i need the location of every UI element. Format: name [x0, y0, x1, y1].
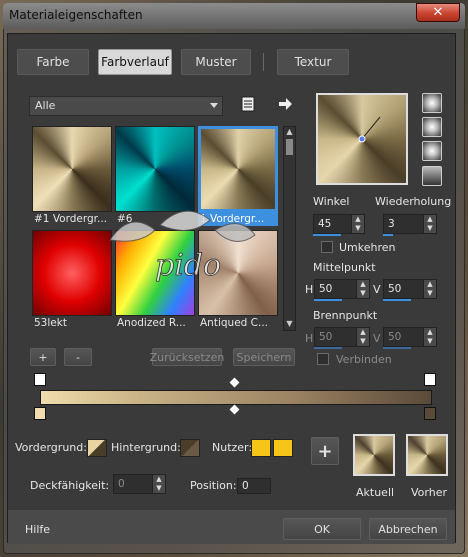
- chevron-down-icon: [210, 103, 218, 108]
- scroll-up-icon[interactable]: ▲: [285, 127, 294, 137]
- mittel-h-slider[interactable]: [314, 299, 342, 301]
- mittel-v-spinner[interactable]: 50 ▲ ▼: [383, 279, 437, 299]
- vorher-label: Vorher: [411, 486, 447, 499]
- gallery-scrollbar[interactable]: ▲ ▼: [283, 126, 296, 331]
- style-linear-icon[interactable]: [422, 93, 442, 113]
- gallery-menu-icon[interactable]: [240, 96, 256, 112]
- umkehren-label: Umkehren: [339, 241, 396, 254]
- category-dropdown[interactable]: Alle: [29, 96, 223, 116]
- reset-button[interactable]: Zurücksetzen: [150, 348, 224, 366]
- nutzer-swatch-2[interactable]: [273, 439, 293, 457]
- spinner-arrows-icon[interactable]: ▲ ▼: [356, 328, 369, 346]
- save-gradient-button[interactable]: Speichern: [233, 348, 295, 366]
- winkel-label: Winkel: [313, 195, 350, 208]
- arrow-right-icon[interactable]: [277, 96, 293, 112]
- opacity-stop-icon[interactable]: [424, 373, 436, 386]
- brenn-v-slider[interactable]: [383, 347, 411, 349]
- deckfahigkeit-label: Deckfähigkeit:: [30, 479, 110, 492]
- scroll-thumb[interactable]: [286, 139, 293, 155]
- remove-stop-button[interactable]: -: [64, 348, 92, 366]
- category-value: Alle: [35, 99, 56, 112]
- brenn-h-slider[interactable]: [314, 347, 342, 349]
- tab-textur[interactable]: Textur: [277, 49, 349, 75]
- position-label: Position:: [190, 479, 237, 492]
- tab-farbe[interactable]: Farbe: [17, 49, 89, 75]
- deckfahigkeit-spinner[interactable]: 0 ▲ ▼: [113, 474, 166, 494]
- winkel-slider[interactable]: [313, 234, 341, 236]
- mittel-v-label: V: [373, 283, 381, 296]
- brennpunkt-label: Brennpunkt: [313, 309, 378, 322]
- spinner-arrows-icon[interactable]: ▲ ▼: [423, 215, 436, 233]
- deckfahigkeit-value: 0: [118, 478, 125, 490]
- spinner-arrows-icon[interactable]: ▲ ▼: [423, 328, 436, 346]
- color-stop-icon[interactable]: [424, 407, 436, 420]
- brenn-v-label: V: [373, 332, 381, 345]
- brenn-v-value: 50: [388, 331, 402, 343]
- wiederholung-label: Wiederholung: [375, 195, 452, 208]
- window-title: Materialeigenschaften: [9, 8, 143, 22]
- color-stop-icon[interactable]: [34, 407, 46, 420]
- svg-text:pido: pido: [155, 248, 221, 283]
- cancel-button[interactable]: Abbrechen: [369, 518, 447, 540]
- style-radial-icon[interactable]: [422, 141, 442, 161]
- mittelpunkt-label: Mittelpunkt: [313, 261, 376, 274]
- winkel-value: 45: [318, 218, 332, 230]
- nutzer-swatch[interactable]: [251, 439, 271, 457]
- spinner-arrows-icon[interactable]: ▲ ▼: [423, 280, 436, 298]
- vorher-preview[interactable]: [406, 434, 448, 476]
- wiederholung-spinner[interactable]: 3 ▲ ▼: [383, 214, 437, 234]
- wiederholung-slider[interactable]: [383, 234, 393, 236]
- title-bar[interactable]: Materialeigenschaften ✕: [3, 3, 465, 29]
- close-button[interactable]: ✕: [416, 3, 460, 22]
- mittel-h-value: 50: [319, 283, 333, 295]
- spinner-arrows-icon[interactable]: ▲ ▼: [152, 475, 165, 493]
- hintergrund-label: Hintergrund:: [111, 441, 181, 454]
- opacity-stop-icon[interactable]: [34, 373, 46, 386]
- add-to-swatches-button[interactable]: +: [311, 437, 339, 465]
- style-sunburst-icon[interactable]: [422, 166, 442, 186]
- position-input[interactable]: 0: [237, 478, 271, 494]
- spinner-arrows-icon[interactable]: ▲ ▼: [356, 280, 369, 298]
- angle-handle-icon[interactable]: [318, 95, 406, 183]
- winkel-spinner[interactable]: 45 ▲ ▼: [313, 214, 365, 234]
- wiederholung-value: 3: [388, 218, 395, 230]
- nutzer-label: Nutzer:: [212, 441, 253, 454]
- scroll-down-icon[interactable]: ▼: [285, 319, 294, 329]
- spinner-arrows-icon[interactable]: ▲ ▼: [351, 215, 364, 233]
- verbinden-label: Verbinden: [336, 353, 392, 366]
- verbinden-checkbox[interactable]: [317, 353, 329, 365]
- watermark-logo: pido: [100, 200, 260, 290]
- tab-muster[interactable]: Muster: [181, 49, 251, 75]
- gradient-bar[interactable]: [40, 390, 432, 405]
- gradient-caption: Antiqued C...: [200, 317, 268, 329]
- brenn-h-spinner[interactable]: 50 ▲ ▼: [314, 327, 370, 347]
- ok-button[interactable]: OK: [283, 518, 361, 540]
- brenn-v-spinner[interactable]: 50 ▲ ▼: [383, 327, 437, 347]
- mittel-v-value: 50: [388, 283, 402, 295]
- add-stop-button[interactable]: +: [30, 348, 56, 366]
- hintergrund-swatch[interactable]: [180, 439, 200, 457]
- brenn-h-value: 50: [319, 331, 333, 343]
- gradient-caption: Anodized R...: [117, 317, 186, 329]
- mittel-h-spinner[interactable]: 50 ▲ ▼: [314, 279, 370, 299]
- mittel-v-slider[interactable]: [383, 299, 411, 301]
- umkehren-checkbox[interactable]: [321, 241, 333, 253]
- help-link[interactable]: Hilfe: [25, 523, 50, 536]
- aktuell-preview: [353, 434, 395, 476]
- tab-farbverlauf[interactable]: Farbverlauf: [98, 49, 172, 75]
- mittel-h-label: H: [305, 283, 314, 296]
- tab-separator: [263, 53, 264, 71]
- gradient-preview[interactable]: [316, 93, 408, 185]
- brenn-h-label: H: [305, 332, 314, 345]
- gradient-caption: 53lekt: [34, 317, 67, 329]
- vordergrund-swatch[interactable]: [87, 439, 107, 457]
- vordergrund-label: Vordergrund:: [15, 441, 87, 454]
- aktuell-label: Aktuell: [356, 486, 395, 499]
- style-rect-icon[interactable]: [422, 117, 442, 137]
